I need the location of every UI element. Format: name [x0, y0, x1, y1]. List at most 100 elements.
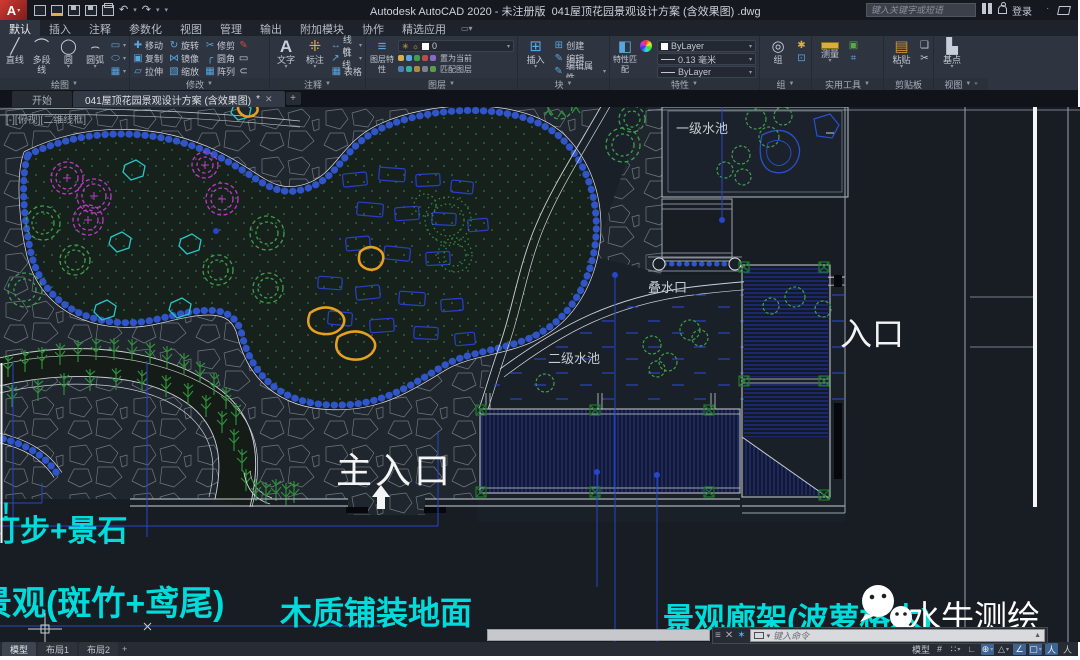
fillet-tool[interactable]: ╭圆角	[205, 52, 235, 65]
save-as-icon[interactable]	[85, 5, 97, 16]
layer-properties-tool[interactable]: ≡图层特性	[369, 38, 395, 78]
copy-clip-tool[interactable]: ❏	[919, 40, 930, 52]
panel-title-clipboard[interactable]: 剪贴板	[884, 78, 933, 90]
scale-tool[interactable]: ▧缩放	[169, 65, 199, 78]
isodraft-toggle[interactable]: △▾	[997, 643, 1010, 655]
cut-clip-tool[interactable]: ✂	[919, 53, 930, 65]
lineweight-dropdown[interactable]: 0.13 毫米▾	[657, 53, 756, 65]
command-history-icon[interactable]: ≡	[715, 630, 721, 641]
ribbon-tab-view[interactable]: 视图	[171, 20, 211, 36]
undo-dropdown-icon[interactable]: ▾	[133, 6, 137, 14]
model-space-button[interactable]: 模型	[912, 643, 930, 655]
save-icon[interactable]	[68, 5, 80, 16]
ungroup-tool[interactable]: ✱	[796, 40, 807, 52]
drawing-canvas[interactable]: [-][俯视][二维线框]	[0, 107, 1080, 642]
circle-tool[interactable]: ◯圆▾	[57, 38, 81, 78]
ribbon-tab-default[interactable]: 默认	[0, 20, 40, 36]
group-edit-tool[interactable]: ⊡	[796, 53, 807, 65]
mirror-tool[interactable]: ⋈镜像	[169, 52, 199, 65]
app-logo[interactable]: A▾	[0, 0, 27, 20]
color-dropdown[interactable]: ByLayer▾	[657, 40, 756, 52]
ribbon-tab-annotate[interactable]: 注释	[80, 20, 120, 36]
panel-title-annotate[interactable]: 注释▼	[270, 78, 365, 90]
command-close-icon[interactable]: ✕	[725, 630, 733, 641]
ellipse-tool[interactable]: ⬭▾	[110, 53, 126, 65]
create-block-tool[interactable]: ⊞创建	[553, 40, 606, 52]
trim-tool[interactable]: ✂修剪	[205, 39, 235, 52]
match-layer-button[interactable]: 匹配图层	[440, 64, 472, 75]
ribbon-tab-insert[interactable]: 插入	[40, 20, 80, 36]
layout-tab-model[interactable]: 模型	[2, 642, 36, 657]
ribbon-tab-featured[interactable]: 精选应用	[393, 20, 455, 36]
arc-tool[interactable]: ⌢圆弧▾	[83, 38, 107, 78]
file-tab-start[interactable]: 开始	[12, 91, 72, 107]
text-tool[interactable]: A文字▾	[273, 38, 299, 78]
ribbon-tab-collaborate[interactable]: 协作	[353, 20, 393, 36]
object-snap-tracking-toggle[interactable]: ∠	[1013, 643, 1026, 655]
file-tab-document[interactable]: 041屋顶花园景观设计方案 (含效果图)* ✕	[73, 91, 285, 107]
rectangle-tool[interactable]: ▭▾	[110, 40, 126, 52]
color-wheel-icon[interactable]	[640, 38, 654, 78]
table-tool[interactable]: ▦表格	[331, 66, 362, 78]
qat-customize-icon[interactable]: ▾	[164, 6, 168, 14]
snap-toggle[interactable]: ∷▾	[949, 643, 962, 655]
close-doc-icon[interactable]: ✕	[265, 94, 273, 105]
id-point-tool[interactable]: ⌗	[848, 53, 859, 65]
autoscale-toggle[interactable]: 人	[1061, 643, 1074, 655]
grid-toggle[interactable]: #	[933, 643, 946, 655]
dimension-tool[interactable]: ⁜标注▾	[302, 38, 328, 78]
viewport-controls[interactable]: [-][俯视][二维线框]	[6, 111, 86, 126]
layout-tab-layout1[interactable]: 布局1	[38, 642, 77, 657]
object-snap-toggle[interactable]: ▢▾	[1029, 643, 1042, 655]
panel-title-utilities[interactable]: 实用工具▼	[812, 78, 883, 90]
layer-state-icons[interactable]: 置为当前	[398, 53, 514, 63]
redo-icon[interactable]: ↷	[142, 5, 151, 16]
layout-tab-layout2[interactable]: 布局2	[79, 642, 118, 657]
customize-wrench-icon[interactable]: ✶	[737, 630, 745, 641]
offset-tool[interactable]: ⊂	[238, 66, 249, 78]
panel-title-draw[interactable]: 绘图▼	[0, 78, 129, 90]
ribbon-tab-manage[interactable]: 管理	[211, 20, 251, 36]
panel-title-properties[interactable]: 特性▼	[610, 78, 759, 90]
rotate-tool[interactable]: ↻旋转	[169, 39, 199, 52]
plot-icon[interactable]	[102, 5, 114, 16]
annotation-visibility-toggle[interactable]: 人	[1045, 643, 1058, 655]
ribbon-tab-output[interactable]: 输出	[251, 20, 291, 36]
store-icon[interactable]	[1057, 6, 1071, 15]
polyline-tool[interactable]: ⌒多段线	[30, 38, 54, 78]
redo-dropdown-icon[interactable]: ▾	[156, 6, 160, 14]
sign-in-button[interactable]: 登录	[1012, 3, 1032, 18]
explode-tool[interactable]: ▭	[238, 53, 249, 65]
layer-tools-icons[interactable]: 匹配图层	[398, 64, 514, 74]
undo-icon[interactable]: ↶	[119, 5, 128, 16]
set-current-button[interactable]: 置为当前	[440, 53, 472, 64]
ortho-toggle[interactable]: ∟	[965, 643, 978, 655]
base-point-tool[interactable]: ▙基点▾	[937, 38, 967, 78]
insert-block-tool[interactable]: ⊞插入▾	[521, 38, 550, 78]
erase-tool[interactable]: ✎	[238, 40, 249, 52]
command-expand-icon[interactable]: ▲	[1034, 632, 1041, 639]
panel-title-block[interactable]: 块▼	[518, 78, 609, 90]
new-file-icon[interactable]	[34, 5, 46, 16]
command-input[interactable]: ▾ 键入命令 ▲	[750, 629, 1045, 642]
measure-tool[interactable]: 测量▾	[815, 38, 845, 78]
group-tool[interactable]: ◎组	[763, 38, 793, 78]
panel-title-group[interactable]: 组▼	[760, 78, 811, 90]
polar-tracking-toggle[interactable]: ⊕▾	[981, 643, 994, 655]
quick-select-tool[interactable]: ▣	[848, 40, 859, 52]
horizontal-scrollbar[interactable]	[487, 629, 710, 641]
paste-tool[interactable]: ▤粘贴▾	[887, 38, 916, 78]
array-tool[interactable]: ▦阵列	[205, 65, 235, 78]
ribbon-display-toggle[interactable]: ▭▾	[455, 20, 479, 36]
hatch-tool[interactable]: ▦▾	[110, 66, 126, 78]
match-properties-tool[interactable]: ◧特性匹配	[613, 38, 637, 78]
copy-tool[interactable]: ▣复制	[133, 52, 163, 65]
edit-attributes-tool[interactable]: ✎编辑属性▾	[553, 66, 606, 78]
line-tool[interactable]: ╱直线	[3, 38, 27, 78]
search-icon[interactable]	[982, 3, 992, 14]
panel-title-modify[interactable]: 修改▼	[130, 78, 269, 90]
new-layout-button[interactable]: +	[122, 644, 127, 654]
ribbon-tab-parametric[interactable]: 参数化	[120, 20, 171, 36]
open-file-icon[interactable]	[51, 5, 63, 16]
panel-title-view[interactable]: 视图▼»	[934, 78, 988, 90]
